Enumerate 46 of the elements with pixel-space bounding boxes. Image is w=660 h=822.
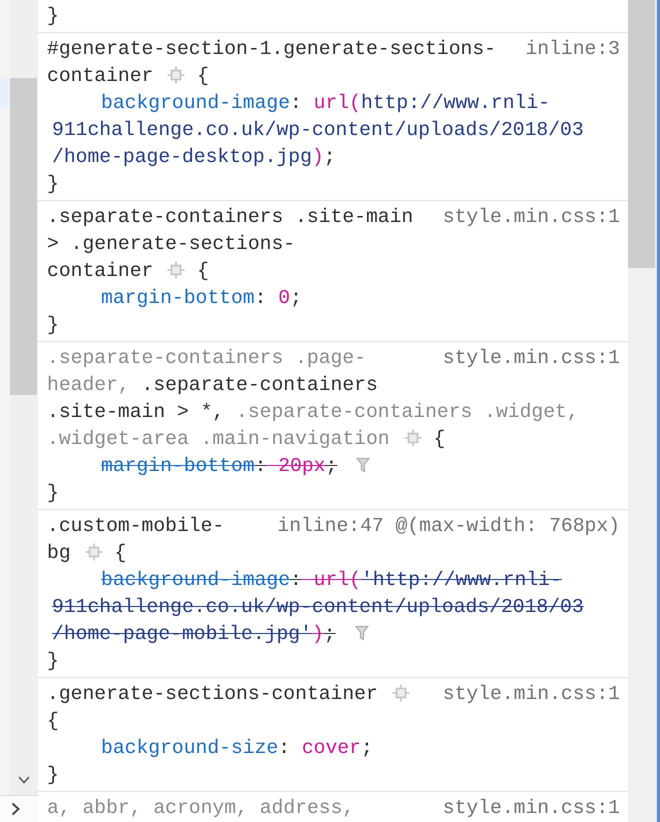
css-selector[interactable]: bg bbox=[47, 542, 71, 564]
crosshair-icon[interactable] bbox=[392, 684, 410, 702]
css-selector[interactable]: header, .separate-containers bbox=[47, 374, 378, 396]
opening-brace: { bbox=[433, 428, 446, 450]
css-selector[interactable]: #generate-section-1.generate-sections- bbox=[47, 38, 496, 60]
opening-brace: { bbox=[114, 542, 126, 564]
opening-brace: { bbox=[47, 710, 59, 732]
closing-brace: } bbox=[47, 482, 59, 504]
css-declaration[interactable]: background-image: url('http://www.rnli-911challenge.co.uk/wp-content/uploads/2018/03/home-page-mobile.jpg'); bbox=[52, 567, 584, 648]
crosshair-icon[interactable] bbox=[404, 429, 422, 447]
css-selector[interactable]: .separate-containers .site-main bbox=[47, 206, 414, 228]
source-link[interactable]: style.min.css:1 bbox=[442, 345, 620, 372]
css-selector[interactable]: .custom-mobile- bbox=[47, 515, 224, 537]
css-declaration[interactable]: background-image: url(http://www.rnli-911challenge.co.uk/wp-content/uploads/2018/03/home-page-desktop.jpg); bbox=[52, 90, 584, 171]
closing-brace: } bbox=[47, 5, 59, 27]
source-link[interactable]: inline:47 @(max-width: 768px) bbox=[277, 513, 620, 540]
scrollbar-track[interactable] bbox=[10, 0, 38, 795]
css-selector[interactable]: .generate-sections-container bbox=[47, 683, 378, 705]
scrollbar-thumb[interactable] bbox=[10, 78, 37, 395]
chevron-right-icon[interactable] bbox=[11, 802, 20, 816]
opening-brace: { bbox=[197, 260, 209, 282]
scrollbar-thumb[interactable] bbox=[628, 0, 655, 268]
scrollbar-track[interactable] bbox=[628, 0, 656, 822]
crosshair-icon[interactable] bbox=[167, 66, 186, 84]
filter-icon[interactable] bbox=[356, 457, 370, 473]
css-selector[interactable]: > .generate-sections- bbox=[47, 233, 296, 255]
css-declaration[interactable]: margin-bottom: 20px; bbox=[101, 453, 370, 480]
css-selector[interactable]: .site-main > *, .separate-containers .widget, bbox=[47, 401, 579, 423]
css-selector[interactable]: container bbox=[47, 260, 154, 282]
source-link[interactable]: style.min.css:1 bbox=[442, 795, 620, 822]
filter-icon[interactable] bbox=[354, 625, 369, 641]
closing-brace: } bbox=[47, 764, 59, 786]
source-link[interactable]: style.min.css:1 bbox=[442, 204, 620, 231]
css-declaration[interactable]: margin-bottom: 0; bbox=[101, 285, 302, 312]
source-link[interactable]: style.min.css:1 bbox=[442, 681, 620, 708]
source-link[interactable]: inline:3 bbox=[525, 36, 620, 63]
opening-brace: { bbox=[197, 65, 209, 87]
row-highlight bbox=[0, 78, 10, 108]
chevron-down-icon[interactable] bbox=[18, 776, 30, 784]
css-selector[interactable]: container bbox=[47, 65, 154, 87]
closing-brace: } bbox=[47, 173, 59, 195]
crosshair-icon[interactable] bbox=[167, 261, 186, 279]
closing-brace: } bbox=[47, 314, 59, 336]
closing-brace: } bbox=[47, 650, 59, 672]
crosshair-icon[interactable] bbox=[84, 543, 103, 561]
css-declaration[interactable]: background-size: cover; bbox=[101, 735, 373, 762]
